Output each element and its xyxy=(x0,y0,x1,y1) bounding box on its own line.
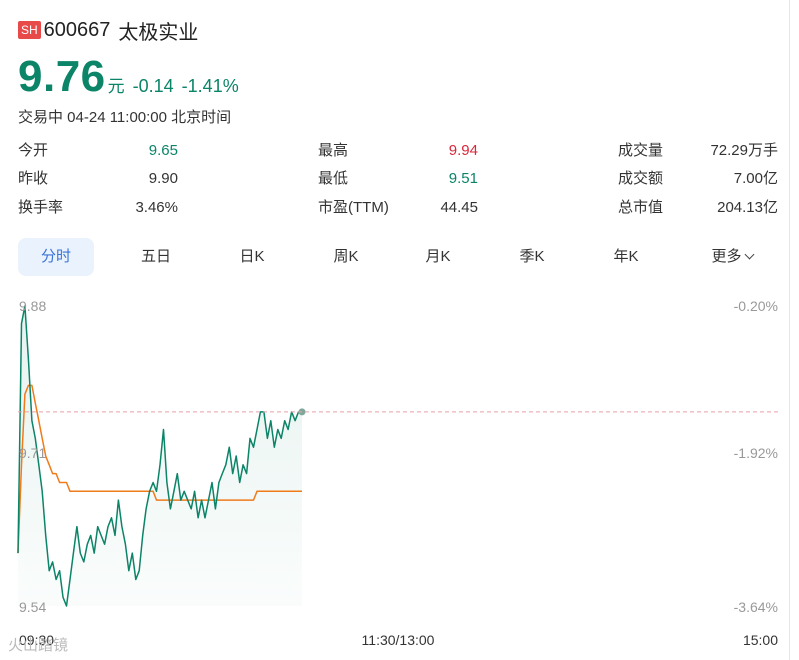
price-change: -0.14 xyxy=(132,76,174,96)
stat-market-cap: 总市值 204.13亿 xyxy=(618,197,778,219)
stat-label: 成交量 xyxy=(618,142,664,159)
stat-label: 最低 xyxy=(318,170,349,187)
tab-daily-k[interactable]: 日K xyxy=(214,238,290,276)
price-row: 9.76 元 -0.14 -1.41% xyxy=(18,50,239,100)
stat-value: 3.46% xyxy=(135,199,178,216)
stat-value: 9.90 xyxy=(148,170,178,187)
stat-value: 9.94 xyxy=(448,142,478,159)
stat-label: 成交额 xyxy=(618,170,664,187)
y-axis-label-bottom: 9.54 xyxy=(19,599,46,615)
stat-label: 市盈(TTM) xyxy=(318,199,389,216)
watermark: 火山踏镜 xyxy=(8,636,68,654)
price-area-fill xyxy=(18,306,302,606)
stat-label: 换手率 xyxy=(18,199,64,216)
pct-axis-label-mid: -1.92% xyxy=(734,445,778,461)
price-unit: 元 xyxy=(107,77,125,96)
stat-amount: 成交额 7.00亿 xyxy=(618,168,778,190)
stock-code: 600667 xyxy=(43,18,111,41)
pct-axis-label-top: -0.20% xyxy=(734,298,778,314)
stat-value: 204.13亿 xyxy=(717,199,778,216)
y-axis-label-mid: 9.71 xyxy=(19,445,46,461)
stat-turnover-rate: 换手率 3.46% xyxy=(18,197,178,219)
stat-pe-ttm: 市盈(TTM) 44.45 xyxy=(318,197,478,219)
tab-more[interactable]: 更多 xyxy=(694,238,770,276)
exchange-badge: SH xyxy=(18,21,41,39)
period-tabs: 分时 五日 日K 周K 月K 季K 年K 更多 xyxy=(18,238,780,276)
price-change-percent: -1.41% xyxy=(181,76,239,96)
stat-prev-close: 昨收 9.90 xyxy=(18,168,178,190)
stat-label: 今开 xyxy=(18,142,49,159)
tab-intraday[interactable]: 分时 xyxy=(18,238,94,276)
stat-value: 7.00亿 xyxy=(733,170,778,187)
y-axis-label-top: 9.88 xyxy=(19,298,46,314)
stat-high: 最高 9.94 xyxy=(318,140,478,162)
stat-label: 总市值 xyxy=(618,199,664,216)
stat-volume: 成交量 72.29万手 xyxy=(618,140,778,162)
stat-low: 最低 9.51 xyxy=(318,168,478,190)
stat-value: 72.29万手 xyxy=(710,142,778,159)
stat-value: 9.65 xyxy=(148,142,178,159)
trading-status: 交易中 04-24 11:00:00 北京时间 xyxy=(18,109,232,126)
stock-name: 太极实业 xyxy=(118,21,199,44)
tab-monthly-k[interactable]: 月K xyxy=(400,238,476,276)
time-label-midday: 11:30/13:00 xyxy=(362,632,435,648)
tab-yearly-k[interactable]: 年K xyxy=(588,238,664,276)
stat-label: 昨收 xyxy=(18,170,49,187)
time-label-close: 15:00 xyxy=(743,632,778,648)
stat-label: 最高 xyxy=(318,142,349,159)
stat-open: 今开 9.65 xyxy=(18,140,178,162)
tab-quarterly-k[interactable]: 季K xyxy=(494,238,570,276)
intraday-chart[interactable]: 9.88 9.71 9.54 -0.20% -1.92% -3.64% 09:3… xyxy=(0,290,789,660)
pct-axis-label-bottom: -3.64% xyxy=(734,599,778,615)
tab-weekly-k[interactable]: 周K xyxy=(308,238,384,276)
window-border xyxy=(789,0,790,660)
tab-five-day[interactable]: 五日 xyxy=(118,238,194,276)
stat-value: 44.45 xyxy=(440,199,478,216)
chevron-down-icon xyxy=(744,249,754,260)
stock-header: SH 600667 太极实业 xyxy=(18,16,198,44)
current-price: 9.76 xyxy=(18,52,106,101)
stat-value: 9.51 xyxy=(448,170,478,187)
tab-more-label: 更多 xyxy=(711,248,742,265)
